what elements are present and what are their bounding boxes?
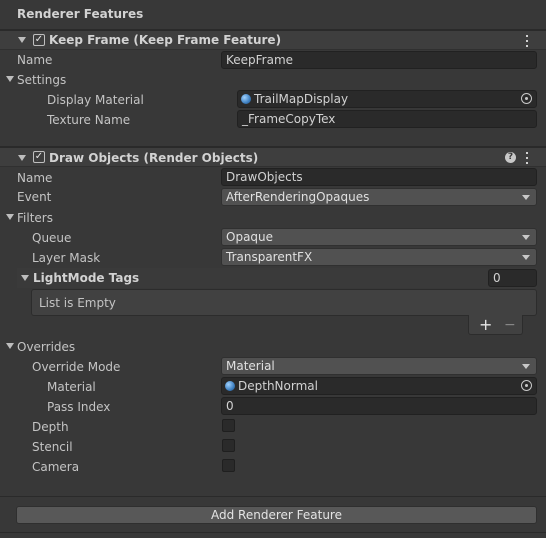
overrides-label[interactable]: Overrides (17, 340, 75, 354)
filters-label[interactable]: Filters (17, 211, 53, 225)
override-material-field[interactable]: DepthNormal (221, 377, 537, 395)
add-renderer-feature-label: Add Renderer Feature (211, 508, 342, 522)
keep-frame-title: Keep Frame (Keep Frame Feature) (49, 33, 282, 47)
footer-divider (0, 496, 546, 497)
chevron-down-icon (522, 364, 530, 369)
chevron-down-icon (522, 255, 530, 260)
stencil-label: Stencil (32, 440, 73, 454)
display-material-picker-icon[interactable] (521, 93, 532, 104)
panel-title: Renderer Features (17, 7, 144, 21)
keep-frame-name-label: Name (17, 53, 53, 67)
draw-objects-title: Draw Objects (Render Objects) (49, 151, 259, 165)
display-material-label: Display Material (47, 93, 144, 107)
layer-mask-value: TransparentFX (226, 250, 313, 264)
lightmode-count-field[interactable]: 0 (488, 269, 537, 287)
event-value: AfterRenderingOpaques (226, 190, 370, 204)
keep-frame-enable-checkbox[interactable]: ✓ (33, 34, 45, 46)
remove-element-button[interactable]: − (504, 317, 516, 333)
draw-objects-name-label: Name (17, 171, 53, 185)
override-mode-value: Material (226, 359, 275, 373)
add-element-button[interactable]: + (479, 317, 492, 333)
pass-index-field[interactable]: 0 (221, 397, 537, 415)
event-dropdown[interactable]: AfterRenderingOpaques (221, 188, 537, 206)
camera-label: Camera (32, 460, 80, 474)
chevron-down-icon (522, 235, 530, 240)
stencil-checkbox[interactable] (222, 439, 235, 452)
event-label: Event (17, 190, 52, 204)
material-object-icon (241, 94, 251, 104)
keep-frame-menu-icon[interactable] (524, 35, 530, 47)
settings-foldout-icon[interactable] (6, 76, 14, 82)
lightmode-tags-label[interactable]: LightMode Tags (33, 271, 139, 285)
lightmode-foldout-icon[interactable] (21, 275, 29, 281)
overrides-foldout-icon[interactable] (6, 343, 14, 349)
texture-name-label: Texture Name (47, 113, 131, 127)
queue-value: Opaque (226, 230, 274, 244)
display-material-value: TrailMapDisplay (254, 92, 349, 106)
camera-checkbox[interactable] (222, 459, 235, 472)
override-material-label: Material (47, 380, 96, 394)
settings-label[interactable]: Settings (17, 73, 66, 87)
draw-objects-name-field[interactable]: DrawObjects (221, 168, 537, 186)
add-renderer-feature-button[interactable]: Add Renderer Feature (16, 506, 537, 524)
queue-label: Queue (32, 231, 72, 245)
draw-objects-foldout-icon[interactable] (18, 155, 26, 161)
display-material-field[interactable]: TrailMapDisplay (237, 90, 537, 108)
depth-checkbox[interactable] (222, 419, 235, 432)
override-material-picker-icon[interactable] (521, 380, 532, 391)
override-material-value: DepthNormal (238, 379, 318, 393)
material-object-icon (225, 381, 235, 391)
override-mode-dropdown[interactable]: Material (221, 357, 537, 375)
layer-mask-label: Layer Mask (32, 251, 101, 265)
override-mode-label: Override Mode (32, 360, 121, 374)
pass-index-label: Pass Index (47, 400, 111, 414)
draw-objects-menu-icon[interactable] (524, 152, 530, 164)
keep-frame-name-field[interactable]: KeepFrame (221, 51, 537, 69)
help-icon[interactable]: ? (505, 152, 516, 163)
depth-label: Depth (32, 420, 69, 434)
keep-frame-foldout-icon[interactable] (18, 37, 26, 43)
texture-name-field[interactable]: _FrameCopyTex (237, 110, 537, 128)
bottom-divider (0, 532, 546, 533)
queue-dropdown[interactable]: Opaque (221, 228, 537, 246)
list-empty-text: List is Empty (39, 296, 116, 310)
filters-foldout-icon[interactable] (6, 214, 14, 220)
chevron-down-icon (522, 195, 530, 200)
layer-mask-dropdown[interactable]: TransparentFX (221, 248, 537, 266)
draw-objects-enable-checkbox[interactable]: ✓ (33, 151, 45, 163)
